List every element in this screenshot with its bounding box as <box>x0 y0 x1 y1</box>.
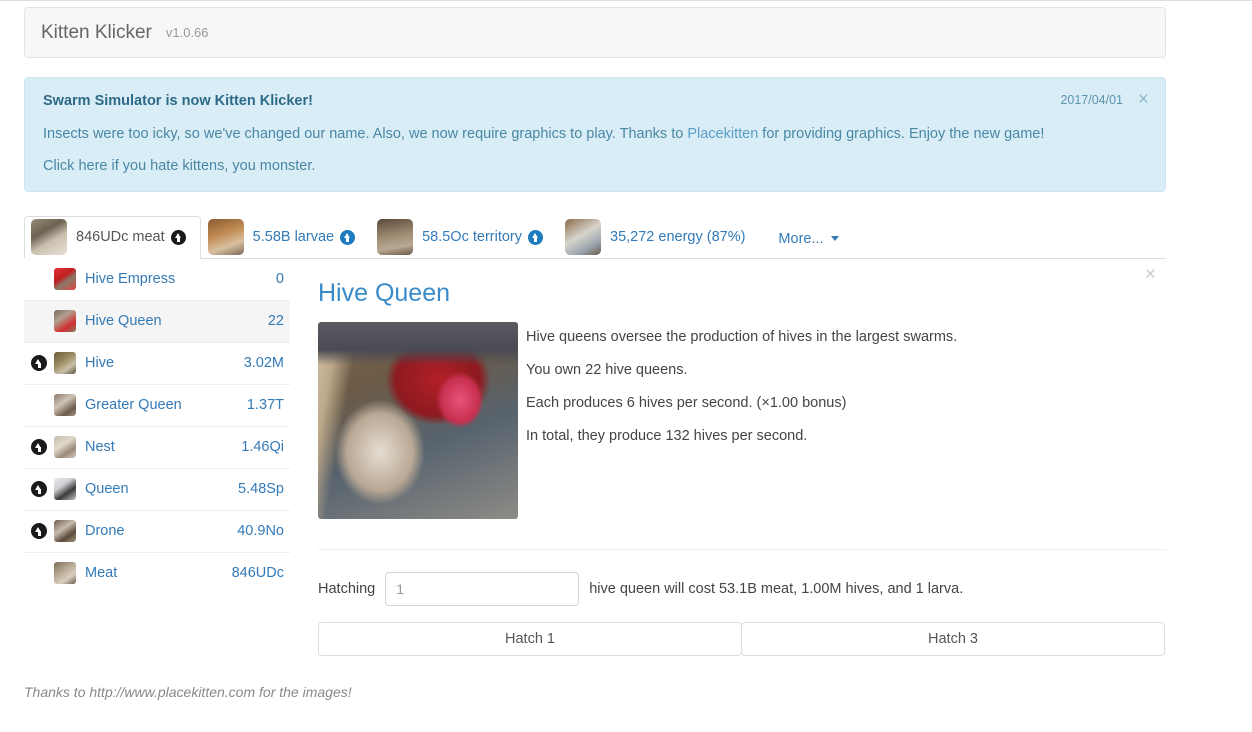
upgrade-slot[interactable] <box>24 439 54 456</box>
upgrade-available-icon[interactable] <box>31 439 47 456</box>
tab-territory[interactable]: 58.5Oc territory <box>370 216 558 259</box>
detail-line-1: Hive queens oversee the production of hi… <box>526 328 958 345</box>
upgrade-slot[interactable] <box>24 523 54 540</box>
close-icon[interactable]: × <box>1145 265 1156 284</box>
kitten-thumb-territory-icon <box>377 219 414 256</box>
kitten-thumb-drone-icon <box>54 520 76 543</box>
upgrade-available-icon[interactable] <box>170 229 186 245</box>
hatch-3-button[interactable]: Hatch 3 <box>741 621 1165 656</box>
kitten-thumb-queen-icon <box>54 478 76 501</box>
list-item-label: Nest <box>85 439 115 456</box>
kitten-thumb-greater-queen-icon <box>54 394 76 417</box>
alert-body-part-1: Insects were too icky, so we've changed … <box>43 126 688 142</box>
list-item-greater-queen[interactable]: Greater Queen 1.37T <box>24 385 290 427</box>
list-item-nest[interactable]: Nest 1.46Qi <box>24 427 290 469</box>
more-tabs-dropdown[interactable]: More... <box>778 230 839 247</box>
list-item-label: Hive <box>85 355 115 372</box>
alert-title: Swarm Simulator is now Kitten Klicker! <box>43 93 313 109</box>
upgrade-slot[interactable] <box>24 481 54 498</box>
list-item-count: 22 <box>267 313 284 330</box>
list-item-hive[interactable]: Hive 3.02M <box>24 343 290 385</box>
kitten-photo-hive-queen <box>318 321 518 519</box>
placekitten-url-link[interactable]: http://www.placekitten.com <box>89 684 255 700</box>
hatch-controls: Hatching hive queen will cost 53.1B meat… <box>318 571 1166 606</box>
detail-title: Hive Queen <box>318 278 451 307</box>
list-item-label: Hive Queen <box>85 313 162 330</box>
hatch-button-group: Hatch 1 Hatch 3 <box>318 621 1165 656</box>
list-item-count: 5.48Sp <box>238 481 284 498</box>
list-item-hive-empress[interactable]: Hive Empress 0 <box>24 259 290 301</box>
page-title: Kitten Klicker <box>41 21 152 43</box>
close-icon[interactable]: × <box>1138 90 1149 109</box>
unit-detail-panel: × Hive Queen Hive queens oversee the pro… <box>318 259 1166 656</box>
more-tabs-label: More... <box>778 230 824 247</box>
list-item-hive-queen[interactable]: Hive Queen 22 <box>24 300 290 343</box>
list-item-count: 3.02M <box>243 355 284 372</box>
list-item-count: 846UDc <box>231 565 284 582</box>
unit-list: Hive Empress 0 Hive Queen 22 Hive 3.02M … <box>24 259 290 595</box>
alert-note: Click here if you hate kittens, you mons… <box>43 158 1147 174</box>
tab-meat[interactable]: 846UDc meat <box>24 215 201 259</box>
list-item-label: Greater Queen <box>85 397 182 414</box>
tab-label-territory: 58.5Oc territory <box>422 229 522 246</box>
hatch-quantity-input[interactable] <box>385 571 580 606</box>
tab-energy[interactable]: 35,272 energy (87%) <box>558 216 760 259</box>
upgrade-available-icon[interactable] <box>340 229 356 245</box>
list-item-count: 0 <box>275 271 284 288</box>
kitten-thumb-energy-icon <box>565 219 601 256</box>
upgrade-available-icon[interactable] <box>528 229 543 245</box>
alert-date: 2017/04/01 <box>1060 93 1123 107</box>
list-item-queen[interactable]: Queen 5.48Sp <box>24 469 290 511</box>
detail-main: Hive queens oversee the production of hi… <box>318 321 1166 519</box>
chevron-down-icon <box>830 236 839 242</box>
kitten-thumb-hive-icon <box>54 352 76 375</box>
list-item-count: 40.9No <box>237 523 284 540</box>
list-item-meat[interactable]: Meat 846UDc <box>24 553 290 595</box>
upgrade-available-icon[interactable] <box>31 523 47 540</box>
detail-text: Hive queens oversee the production of hi… <box>526 322 957 461</box>
upgrade-available-icon[interactable] <box>31 355 47 372</box>
footer-text-before: Thanks to <box>24 683 90 700</box>
upgrade-slot[interactable] <box>24 355 54 372</box>
hatch-1-button[interactable]: Hatch 1 <box>318 621 742 656</box>
list-item-label: Drone <box>85 523 125 540</box>
kitten-thumb-larvae-icon <box>207 219 244 256</box>
detail-line-3: Each produces 6 hives per second. (×1.00… <box>526 395 847 412</box>
list-item-count: 1.37T <box>246 397 284 414</box>
detail-line-2: You own 22 hive queens. <box>526 361 688 378</box>
footer-text-after: for the images! <box>255 683 352 700</box>
kitten-thumb-nest-icon <box>54 436 76 459</box>
detail-divider <box>318 548 1166 550</box>
app-version-label: v1.0.66 <box>165 25 209 40</box>
alert-body: Insects were too icky, so we've changed … <box>43 125 1147 144</box>
top-divider <box>0 0 1252 1</box>
hate-kittens-link[interactable]: Click here if you hate kittens, you mons… <box>43 158 315 174</box>
detail-line-4: In total, they produce 132 hives per sec… <box>526 428 808 445</box>
game-body: Hive Empress 0 Hive Queen 22 Hive 3.02M … <box>24 259 1166 656</box>
hatch-label: Hatching <box>318 580 376 597</box>
kitten-thumb-meat-unit-icon <box>54 562 76 585</box>
tab-larvae[interactable]: 5.58B larvae <box>201 216 370 259</box>
tab-label-larvae: 5.58B larvae <box>252 229 335 246</box>
hatch-cost-description: hive queen will cost 53.1B meat, 1.00M h… <box>589 580 964 597</box>
tab-label-meat: 846UDc meat <box>76 229 165 246</box>
footer-credit: Thanks to http://www.placekitten.com for… <box>24 684 1166 700</box>
list-item-label: Queen <box>85 481 129 498</box>
alert-body-part-2: for providing graphics. Enjoy the new ga… <box>758 126 1045 142</box>
list-item-label: Hive Empress <box>85 271 176 288</box>
kitten-thumb-hive-queen-icon <box>54 310 76 333</box>
tab-label-energy: 35,272 energy (87%) <box>610 229 746 246</box>
list-item-drone[interactable]: Drone 40.9No <box>24 511 290 553</box>
app-header-panel: Kitten Klicker v1.0.66 <box>24 7 1166 58</box>
kitten-thumb-meat-icon <box>31 219 67 256</box>
list-item-count: 1.46Qi <box>241 439 284 456</box>
kitten-thumb-hive-empress-icon <box>54 268 76 291</box>
news-alert: 2017/04/01 × Swarm Simulator is now Kitt… <box>24 77 1166 192</box>
list-item-label: Meat <box>85 565 118 582</box>
page-container: Kitten Klicker v1.0.66 2017/04/01 × Swar… <box>24 7 1166 700</box>
placekitten-link[interactable]: Placekitten <box>687 126 758 142</box>
upgrade-available-icon[interactable] <box>31 481 47 498</box>
resource-tab-bar: 846UDc meat 5.58B larvae 58.5Oc territor… <box>24 214 1166 259</box>
